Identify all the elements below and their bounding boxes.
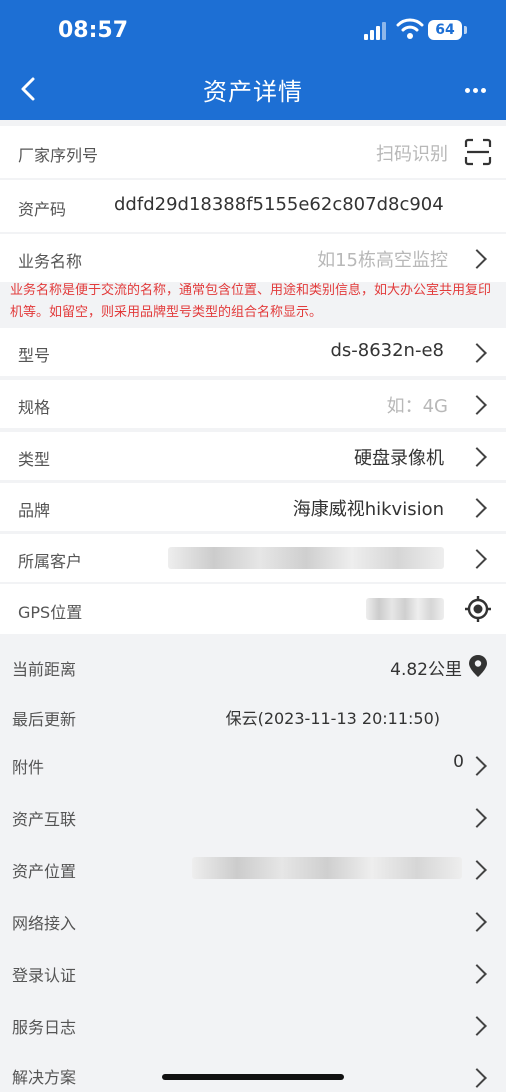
row-spec[interactable]: 规格 如：4G	[0, 380, 506, 428]
chevron-right-icon	[467, 498, 487, 518]
last-update-label: 最后更新	[12, 710, 77, 729]
row-brand[interactable]: 品牌 海康威视hikvision	[0, 483, 506, 531]
gps-redacted	[366, 598, 444, 620]
asset-code-value[interactable]: ddfd29d18388f5155e62c807d8c904	[114, 194, 444, 215]
attachment-count: 0	[453, 752, 464, 772]
customer-label: 所属客户	[18, 552, 83, 571]
location-label: 资产位置	[12, 862, 77, 881]
row-login[interactable]: 登录认证	[0, 948, 506, 996]
network-label: 网络接入	[12, 914, 77, 933]
row-solution[interactable]: 解决方案	[0, 1052, 506, 1092]
battery-icon: 64	[428, 20, 462, 40]
signal-icon	[364, 22, 390, 40]
row-asset-code[interactable]: 资产码 ddfd29d18388f5155e62c807d8c904	[0, 180, 506, 232]
row-gps[interactable]: GPS位置	[0, 584, 506, 634]
home-indicator[interactable]	[162, 1074, 344, 1080]
distance-value: 4.82公里	[390, 660, 462, 680]
service-log-label: 服务日志	[12, 1018, 77, 1037]
business-name-hint: 业务名称是便于交流的名称，通常包含位置、用途和类别信息，如大办公室共用复印机等。…	[10, 283, 492, 320]
row-location[interactable]: 资产位置	[0, 844, 506, 892]
map-pin-icon[interactable]	[468, 654, 488, 678]
asset-code-value-wrap: ddfd29d18388f5155e62c807d8c904	[114, 194, 448, 215]
row-customer[interactable]: 所属客户	[0, 534, 506, 582]
row-interconnect[interactable]: 资产互联	[0, 792, 506, 840]
row-network[interactable]: 网络接入	[0, 896, 506, 944]
brand-value: 海康威视hikvision	[292, 499, 444, 520]
brand-label: 品牌	[18, 501, 51, 520]
spec-label: 规格	[18, 398, 51, 417]
type-value: 硬盘录像机	[354, 448, 444, 469]
chevron-right-icon	[467, 1068, 487, 1088]
row-business-name[interactable]: 业务名称 如15栋高空监控	[0, 234, 506, 282]
status-bar: 08:57 64	[0, 0, 506, 60]
row-last-update: 最后更新 保云(2023-11-13 20:11:50)	[0, 694, 506, 738]
row-distance: 当前距离 4.82公里	[0, 640, 506, 692]
login-label: 登录认证	[12, 966, 77, 985]
chevron-right-icon	[467, 912, 487, 932]
distance-label: 当前距离	[12, 660, 77, 679]
row-service-log[interactable]: 服务日志	[0, 1000, 506, 1048]
row-type[interactable]: 类型 硬盘录像机	[0, 432, 506, 480]
chevron-right-icon	[467, 1016, 487, 1036]
gps-label: GPS位置	[18, 603, 83, 622]
chevron-right-icon	[467, 964, 487, 984]
row-model[interactable]: 型号 ds-8632n-e8	[0, 328, 506, 376]
last-update-value: 保云(2023-11-13 20:11:50)	[225, 709, 440, 728]
chevron-right-icon	[467, 343, 487, 363]
chevron-right-icon	[467, 249, 487, 269]
serial-label: 厂家序列号	[18, 146, 99, 165]
business-name-label: 业务名称	[18, 252, 83, 271]
type-label: 类型	[18, 450, 51, 469]
model-label: 型号	[18, 346, 51, 365]
more-icon[interactable]	[465, 88, 486, 93]
wifi-icon	[396, 18, 424, 39]
location-redacted	[192, 857, 462, 879]
customer-redacted	[168, 547, 444, 569]
business-name-input[interactable]: 如15栋高空监控	[317, 246, 448, 272]
chevron-right-icon	[467, 808, 487, 828]
row-serial[interactable]: 厂家序列号 扫码识别	[0, 126, 506, 178]
serial-scan-text[interactable]: 扫码识别	[376, 140, 448, 166]
page-title: 资产详情	[203, 78, 303, 106]
spec-input[interactable]: 如：4G	[387, 392, 448, 418]
chevron-right-icon	[467, 756, 487, 776]
row-attachment[interactable]: 附件 0	[0, 740, 506, 788]
chevron-right-icon	[467, 447, 487, 467]
nav-bar: 资产详情	[0, 60, 506, 120]
status-time: 08:57	[58, 18, 129, 43]
model-value: ds-8632n-e8	[330, 340, 444, 361]
chevron-right-icon	[467, 860, 487, 880]
chevron-right-icon	[467, 395, 487, 415]
solution-label: 解决方案	[12, 1068, 77, 1087]
chevron-right-icon	[467, 549, 487, 569]
attachment-label: 附件	[12, 758, 45, 777]
asset-code-label: 资产码	[18, 200, 67, 219]
battery-tip	[464, 26, 467, 34]
interconnect-label: 资产互联	[12, 810, 77, 829]
locate-icon[interactable]	[464, 595, 492, 623]
scan-icon[interactable]	[464, 138, 492, 166]
